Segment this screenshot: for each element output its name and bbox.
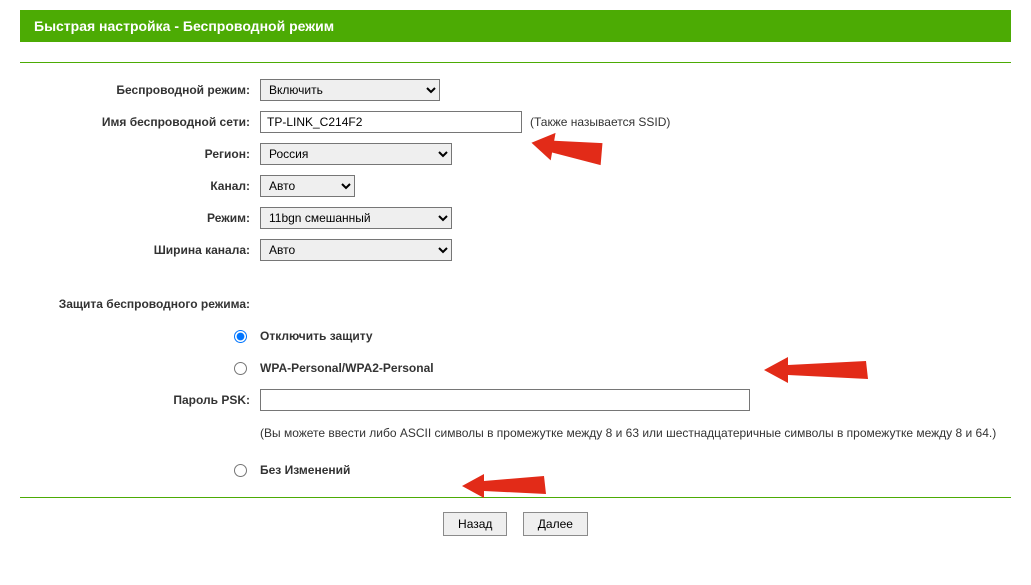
- psk-label: Пароль PSK:: [20, 393, 260, 407]
- security-heading: Защита беспроводного режима:: [20, 297, 260, 311]
- wireless-mode-label: Беспроводной режим:: [20, 83, 260, 97]
- next-button[interactable]: Далее: [523, 512, 588, 536]
- security-nochange-radio[interactable]: [234, 464, 247, 477]
- channel-label: Канал:: [20, 179, 260, 193]
- channel-select[interactable]: Авто: [260, 175, 355, 197]
- security-disable-radio[interactable]: [234, 330, 247, 343]
- divider-bottom: [20, 497, 1011, 498]
- wireless-mode-select[interactable]: Включить: [260, 79, 440, 101]
- channel-width-select[interactable]: Авто: [260, 239, 452, 261]
- region-label: Регион:: [20, 147, 260, 161]
- ssid-hint: (Также называется SSID): [530, 115, 670, 129]
- divider-top: [20, 62, 1011, 63]
- security-wpa-radio[interactable]: [234, 362, 247, 375]
- security-nochange-label: Без Изменений: [260, 463, 350, 477]
- security-wpa-label: WPA-Personal/WPA2-Personal: [260, 361, 434, 375]
- psk-input[interactable]: [260, 389, 750, 411]
- mode-label: Режим:: [20, 211, 260, 225]
- psk-hint: (Вы можете ввести либо ASCII символы в п…: [260, 426, 996, 440]
- security-disable-label: Отключить защиту: [260, 329, 373, 343]
- mode-select[interactable]: 11bgn смешанный: [260, 207, 452, 229]
- ssid-label: Имя беспроводной сети:: [20, 115, 260, 129]
- channel-width-label: Ширина канала:: [20, 243, 260, 257]
- back-button[interactable]: Назад: [443, 512, 507, 536]
- region-select[interactable]: Россия: [260, 143, 452, 165]
- ssid-input[interactable]: [260, 111, 522, 133]
- page-title: Быстрая настройка - Беспроводной режим: [20, 10, 1011, 42]
- wireless-settings-form: Беспроводной режим: Включить Имя беспров…: [20, 77, 1011, 483]
